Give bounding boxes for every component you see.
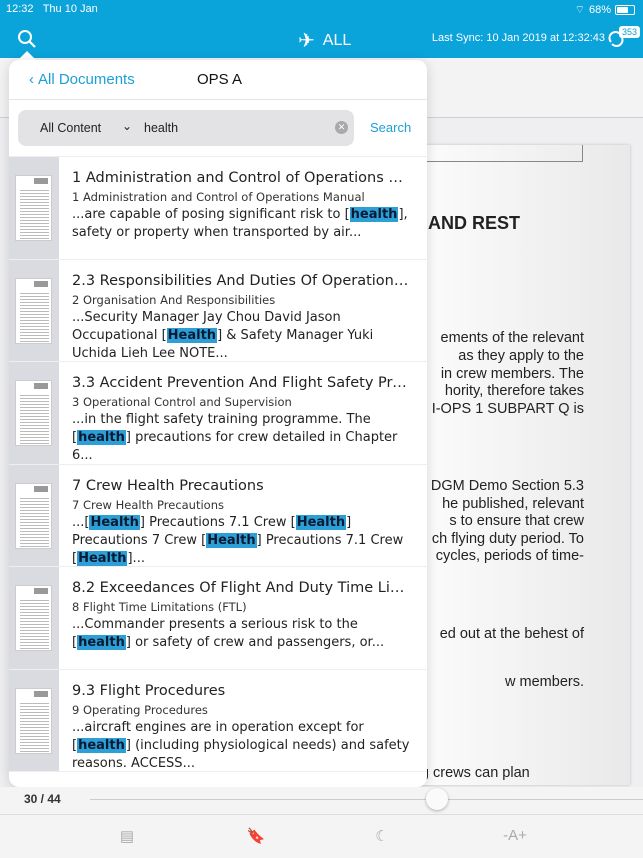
result-title: 1 Administration and Control of Operatio… — [72, 170, 412, 186]
results-list: 1 Administration and Control of Operatio… — [9, 157, 427, 772]
thumbnail-column — [9, 362, 59, 464]
thumbnail-column — [9, 567, 59, 669]
document-text: ed out at the behest of — [439, 626, 584, 642]
slider-knob[interactable] — [425, 788, 448, 810]
document-text: as they apply to the — [458, 348, 584, 364]
search-popover: ‹ All Documents OPS A All Content ⌄ healt… — [9, 60, 427, 787]
wifi-icon: ⌔ — [574, 4, 585, 16]
search-highlight: health — [77, 430, 126, 445]
search-input[interactable]: health — [144, 121, 178, 135]
result-item[interactable]: 3.3 Accident Prevention And Flight Safet… — [9, 362, 427, 465]
snippet-text: ...are capable of posing significant ris… — [72, 207, 350, 222]
result-item[interactable]: 8.2 Exceedances Of Flight And Duty Time … — [9, 567, 427, 670]
search-button[interactable]: Search — [370, 120, 411, 135]
search-highlight: health — [77, 635, 126, 650]
notes-icon[interactable]: ▤ — [117, 827, 137, 847]
result-section: 2 Organisation And Responsibilities — [72, 292, 276, 307]
page-slider[interactable] — [90, 788, 643, 810]
bookmark-add-icon[interactable]: 🔖 — [246, 827, 266, 847]
search-highlight: Health — [77, 550, 128, 566]
document-heading: AND REST — [428, 213, 521, 233]
page-number: 30 / 44 — [24, 792, 61, 806]
search-highlight: health — [77, 737, 126, 753]
search-bar: All Content ⌄ health ✕ — [18, 110, 354, 146]
battery-status: ⌔ 68% — [575, 3, 635, 17]
result-item[interactable]: 1 Administration and Control of Operatio… — [9, 157, 427, 260]
last-sync-text: Last Sync: 10 Jan 2019 at 12:32:43 — [431, 32, 605, 44]
chevron-down-icon[interactable]: ⌄ — [122, 119, 132, 133]
result-item[interactable]: 9.3 Flight Procedures 9 Operating Procedu… — [9, 669, 427, 773]
airplane-icon: ✈ — [298, 30, 315, 52]
thumbnail-column — [9, 259, 59, 361]
document-text: I-OPS 1 SUBPART Q is — [431, 401, 584, 417]
document-text: DGM Demo Section 5.3 — [430, 478, 584, 494]
result-item[interactable]: 2.3 Responsibilities And Duties Of Opera… — [9, 259, 427, 363]
snippet-text: ] Precautions 7.1 Crew [ — [139, 514, 296, 530]
search-highlight: Health — [89, 514, 140, 530]
search-icon[interactable] — [16, 28, 38, 50]
nav-bar: ✈ ALL Last Sync: 10 Jan 2019 at 12:32:43 … — [0, 20, 643, 58]
result-section: 3 Operational Control and Supervision — [72, 395, 292, 409]
search-highlight: health — [349, 207, 399, 222]
status-bar: 12:32 Thu 10 Jan ⌔ 68% — [0, 0, 643, 20]
page-thumbnail — [15, 175, 52, 241]
result-title: 7 Crew Health Precautions — [72, 477, 264, 494]
document-text: ch flying duty period. To — [431, 531, 584, 547]
result-snippet: ...aircraft engines are in operation exc… — [72, 719, 412, 773]
page-thumbnail — [15, 687, 52, 754]
result-title: 3.3 Accident Prevention And Flight Safet… — [72, 375, 412, 391]
status-time: 12:32 Thu 10 Jan — [6, 3, 98, 15]
result-title: 8.2 Exceedances Of Flight And Duty Time … — [72, 580, 412, 596]
search-highlight: Health — [166, 327, 218, 343]
thumbnail-column — [9, 157, 59, 259]
snippet-text: ] or safety of crew and passengers, or..… — [125, 635, 385, 650]
result-snippet: ...in the flight safety training program… — [72, 411, 412, 465]
document-header-box — [420, 145, 583, 162]
page-thumbnail — [15, 585, 52, 651]
page-thumbnail — [15, 277, 52, 344]
popover-pointer — [18, 51, 36, 60]
search-highlight: Health — [295, 514, 347, 530]
result-snippet: ...Commander presents a serious risk to … — [72, 616, 412, 652]
document-text: w members. — [505, 674, 584, 690]
result-section: 1 Administration and Control of Operatio… — [72, 190, 365, 204]
thumbnail-column — [9, 464, 59, 566]
result-section: 8 Flight Time Limitations (FTL) — [72, 600, 247, 614]
document-text: ements of the relevant — [440, 330, 584, 346]
result-section: 9 Operating Procedures — [72, 702, 208, 717]
bottom-toolbar: ▤ 🔖 ☾ -A+ — [0, 815, 643, 858]
result-snippet: ...are capable of posing significant ris… — [72, 206, 412, 242]
document-text: hority, therefore takes — [444, 383, 584, 399]
snippet-text: ...[ — [72, 514, 90, 530]
document-text: s to ensure that crew — [449, 513, 584, 529]
search-highlight: Health — [206, 532, 257, 548]
popover-title: OPS A — [197, 71, 243, 88]
thumbnail-column — [9, 669, 59, 771]
result-item[interactable]: 7 Crew Health Precautions 7 Crew Health P… — [9, 464, 427, 568]
result-title: 2.3 Responsibilities And Duties Of Opera… — [72, 272, 412, 289]
night-mode-icon[interactable]: ☾ — [372, 827, 392, 847]
font-size-icon[interactable]: -A+ — [500, 827, 530, 847]
chevron-left-icon: ‹ — [29, 71, 34, 88]
aircraft-filter[interactable]: ✈ ALL — [298, 28, 351, 53]
back-button[interactable]: ‹ All Documents — [29, 71, 135, 88]
result-snippet: ...Security Manager Jay Chou David Jason… — [72, 309, 412, 363]
result-section: 7 Crew Health Precautions — [72, 497, 224, 512]
document-text: cycles, periods of time- — [435, 548, 584, 564]
document-text: he published, relevant — [442, 496, 584, 512]
document-text: in crew members. The — [440, 366, 584, 382]
page-thumbnail — [15, 482, 52, 549]
result-snippet: ...[Health] Precautions 7.1 Crew [Health… — [72, 514, 412, 568]
battery-icon — [615, 5, 635, 15]
clear-icon[interactable]: ✕ — [335, 121, 348, 134]
sync-badge: 353 — [618, 26, 640, 38]
snippet-text: ]... — [127, 550, 145, 566]
page-slider-bar: 30 / 44 — [0, 787, 643, 815]
result-title: 9.3 Flight Procedures — [72, 682, 226, 699]
page-thumbnail — [15, 380, 52, 446]
scope-select[interactable]: All Content — [40, 121, 101, 135]
